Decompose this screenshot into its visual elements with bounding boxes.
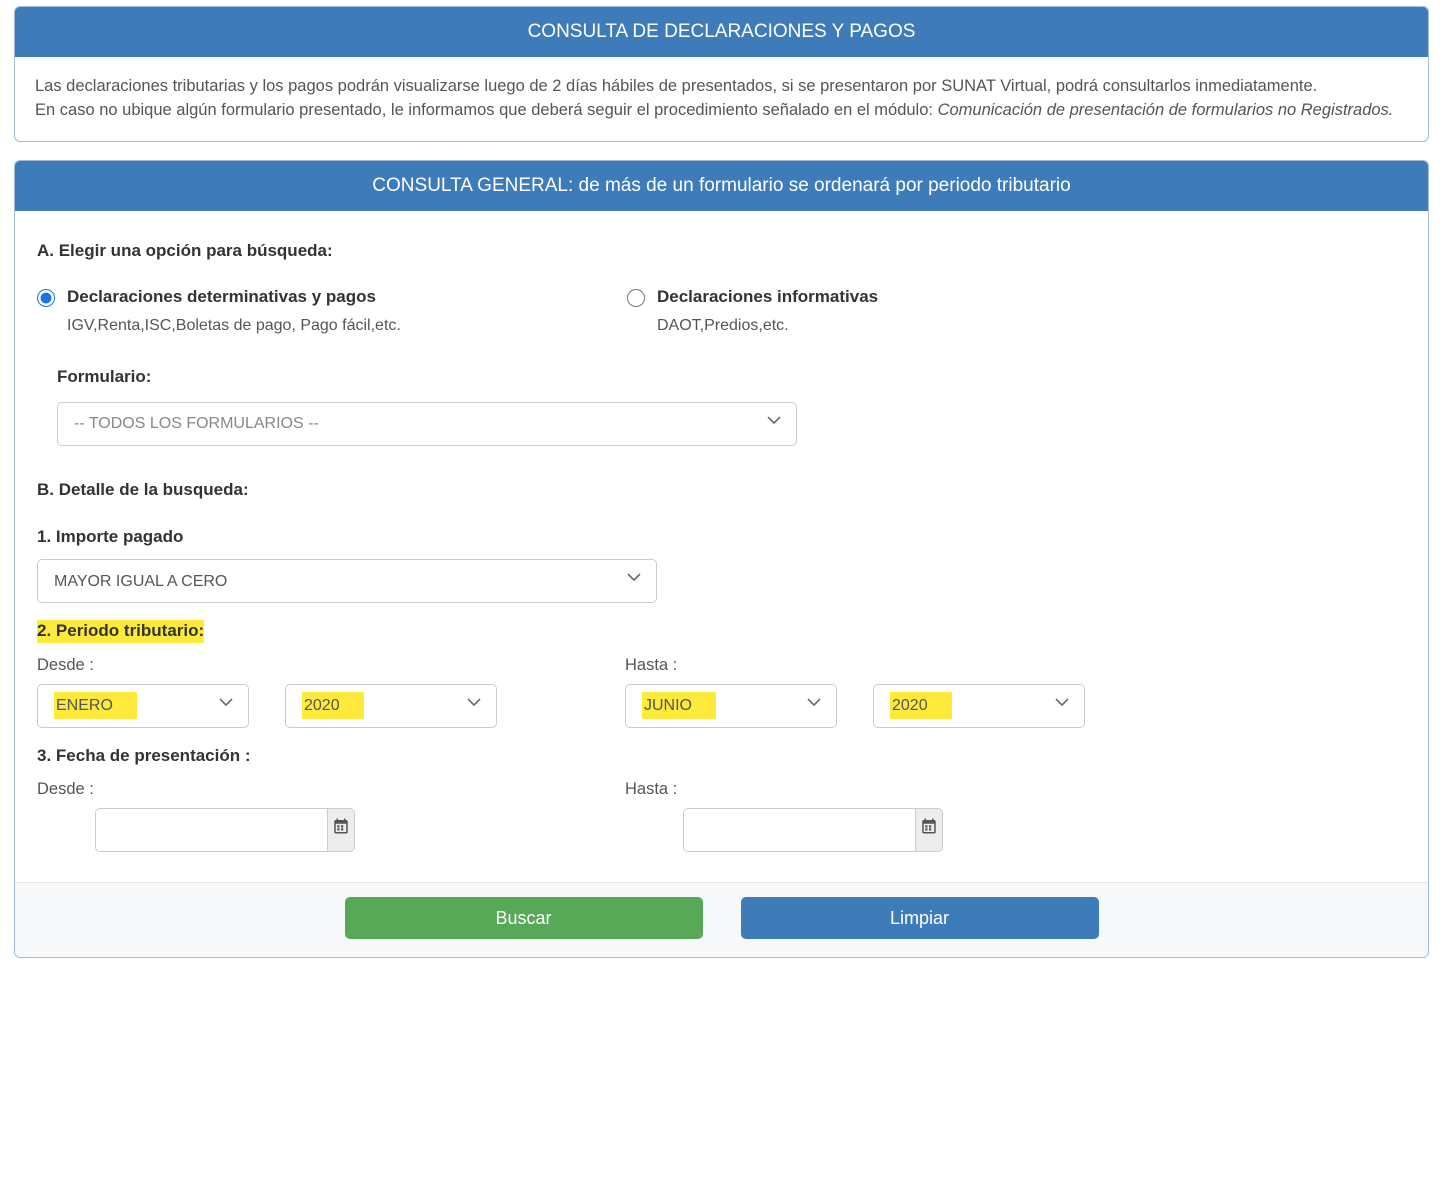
radio-determinativas-label: Declaraciones determinativas y pagos	[67, 285, 401, 310]
periodo-label: 2. Periodo tributario:	[37, 619, 1406, 644]
info-paragraph-2b: Comunicación de presentación de formular…	[938, 101, 1394, 119]
formulario-select-value: -- TODOS LOS FORMULARIOS --	[74, 412, 319, 435]
radio-informativas[interactable]	[627, 289, 645, 307]
chevron-down-icon	[766, 412, 782, 436]
periodo-hasta-mes-select[interactable]: JUNIO	[625, 684, 837, 728]
fecha-desde-input[interactable]	[96, 809, 327, 851]
radio-informativas-sub: DAOT,Predios,etc.	[657, 314, 878, 337]
radio-determinativas[interactable]	[37, 289, 55, 307]
importe-label: 1. Importe pagado	[37, 525, 1406, 550]
fecha-hasta-input[interactable]	[684, 809, 915, 851]
chevron-down-icon	[626, 569, 642, 593]
radio-determinativas-sub: IGV,Renta,ISC,Boletas de pago, Pago fáci…	[67, 314, 401, 337]
periodo-desde-label: Desde :	[37, 654, 625, 678]
periodo-desde-mes-value: ENERO	[54, 692, 137, 719]
limpiar-button[interactable]: Limpiar	[741, 897, 1099, 939]
button-bar: Buscar Limpiar	[15, 882, 1428, 957]
radio-informativas-label: Declaraciones informativas	[657, 285, 878, 310]
periodo-desde-mes-select[interactable]: ENERO	[37, 684, 249, 728]
fecha-desde-calendar-button[interactable]	[327, 809, 354, 851]
fecha-hasta-label: Hasta :	[625, 778, 1213, 802]
section-b-heading: B. Detalle de la busqueda:	[37, 478, 1406, 503]
formulario-select[interactable]: -- TODOS LOS FORMULARIOS --	[57, 402, 797, 446]
formulario-label: Formulario:	[57, 365, 1406, 390]
periodo-hasta-anio-value: 2020	[890, 692, 952, 719]
section-a-heading: A. Elegir una opción para búsqueda:	[37, 239, 1406, 264]
importe-select[interactable]: MAYOR IGUAL A CERO	[37, 559, 657, 603]
fecha-desde-input-wrap	[95, 808, 355, 852]
importe-select-value: MAYOR IGUAL A CERO	[54, 570, 227, 593]
chevron-down-icon	[218, 694, 234, 718]
fecha-desde-label: Desde :	[37, 778, 625, 802]
fecha-hasta-input-wrap	[683, 808, 943, 852]
search-panel: CONSULTA GENERAL: de más de un formulari…	[14, 160, 1429, 959]
calendar-icon	[920, 817, 938, 843]
fecha-label: 3. Fecha de presentación :	[37, 744, 1406, 769]
search-panel-title: CONSULTA GENERAL: de más de un formulari…	[15, 161, 1428, 211]
info-paragraph-2a: En caso no ubique algún formulario prese…	[35, 101, 938, 119]
periodo-desde-anio-select[interactable]: 2020	[285, 684, 497, 728]
info-panel-title: CONSULTA DE DECLARACIONES Y PAGOS	[15, 7, 1428, 57]
periodo-desde-anio-value: 2020	[302, 692, 364, 719]
info-paragraph-2: En caso no ubique algún formulario prese…	[35, 99, 1408, 123]
chevron-down-icon	[806, 694, 822, 718]
fecha-hasta-calendar-button[interactable]	[915, 809, 942, 851]
chevron-down-icon	[466, 694, 482, 718]
info-paragraph-1: Las declaraciones tributarias y los pago…	[35, 75, 1408, 99]
calendar-icon	[332, 817, 350, 843]
info-panel: CONSULTA DE DECLARACIONES Y PAGOS Las de…	[14, 6, 1429, 142]
buscar-button[interactable]: Buscar	[345, 897, 703, 939]
periodo-hasta-label: Hasta :	[625, 654, 1213, 678]
periodo-hasta-anio-select[interactable]: 2020	[873, 684, 1085, 728]
periodo-hasta-mes-value: JUNIO	[642, 692, 716, 719]
chevron-down-icon	[1054, 694, 1070, 718]
